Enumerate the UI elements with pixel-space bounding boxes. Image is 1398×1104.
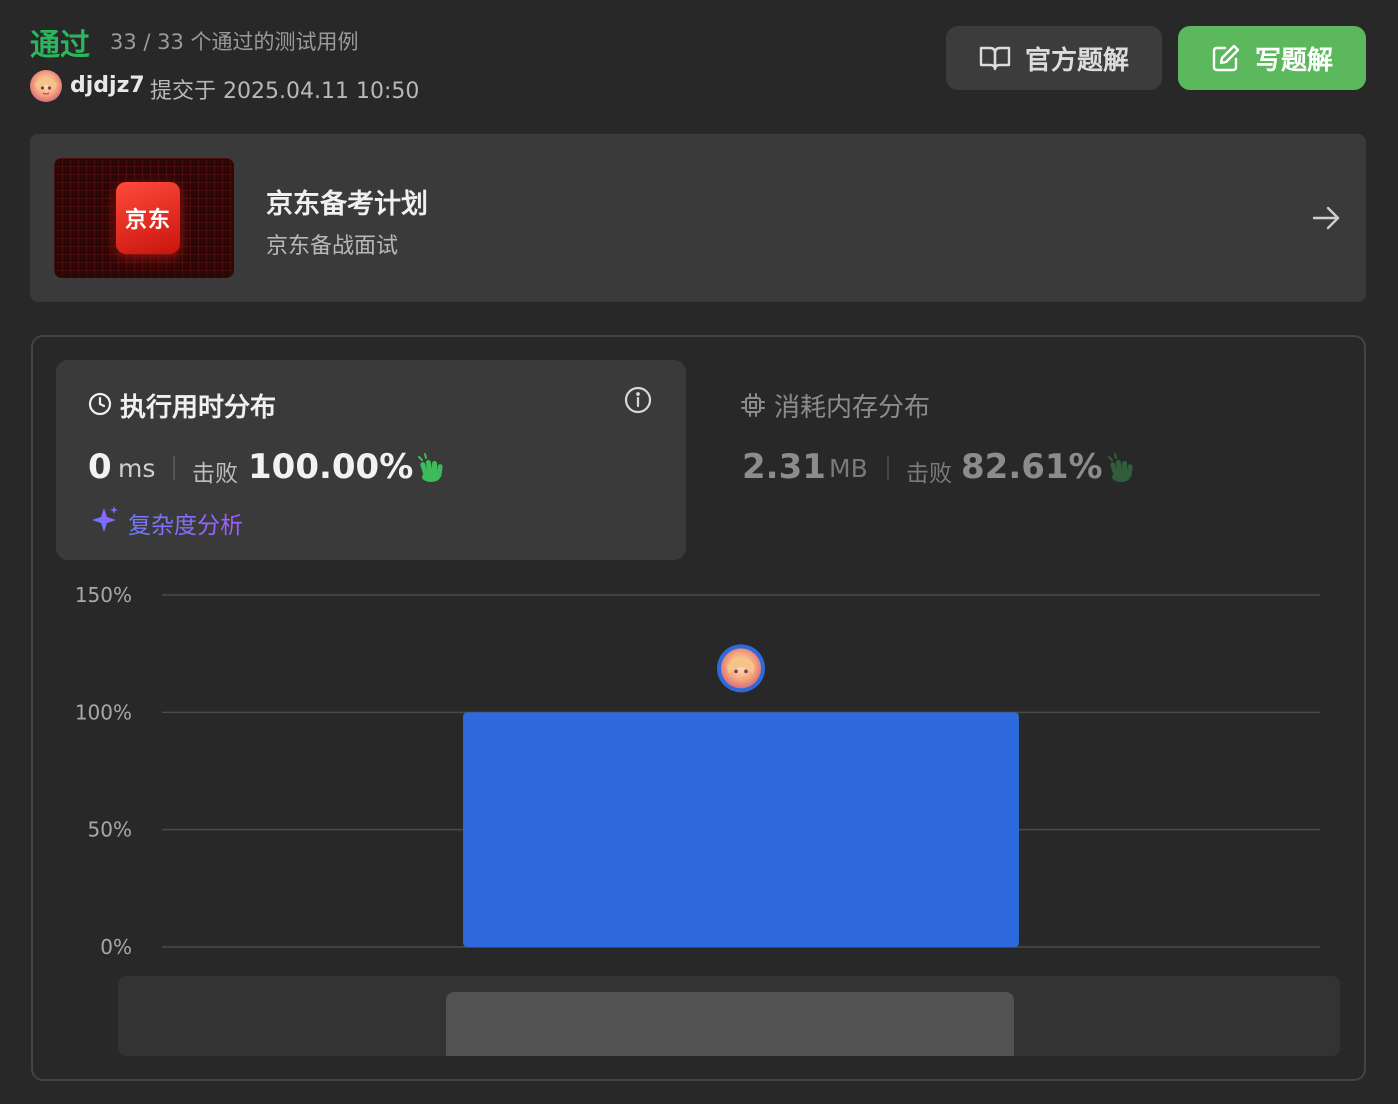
submit-time: 提交于 2025.04.11 10:50 <box>150 79 420 104</box>
user-avatar[interactable] <box>30 70 62 102</box>
username[interactable]: djdjz7 <box>70 73 145 98</box>
clap-icon <box>1108 453 1133 482</box>
runtime-title: 执行用时分布 <box>120 393 277 423</box>
test-case-count: 33 / 33 个通过的测试用例 <box>110 30 359 54</box>
y-tick-label: 0% <box>100 935 132 959</box>
runtime-distribution-chart: 0% 50% 100% 150% <box>75 583 1320 959</box>
runtime-unit: ms <box>118 454 156 483</box>
promo-title: 京东备考计划 <box>266 189 428 220</box>
y-tick-label: 100% <box>75 700 132 724</box>
chip-icon <box>741 393 765 417</box>
promo-subtitle: 京东备战面试 <box>266 234 399 259</box>
memory-title[interactable]: 消耗内存分布 <box>774 387 930 424</box>
jd-logo: 京东 <box>116 182 180 254</box>
divider <box>887 456 889 480</box>
write-solution-button[interactable]: 写题解 <box>1178 26 1366 90</box>
runtime-value: 0 <box>88 447 112 487</box>
official-solution-button[interactable]: 官方题解 <box>946 26 1162 90</box>
user-position-avatar[interactable] <box>717 644 765 693</box>
memory-value: 2.31 <box>742 447 826 487</box>
official-solution-label: 官方题解 <box>1024 45 1129 76</box>
info-icon[interactable] <box>624 386 652 414</box>
clock-icon <box>88 392 112 416</box>
book-icon <box>979 46 1011 71</box>
divider <box>173 456 175 480</box>
memory-unit: MB <box>829 454 868 483</box>
complexity-analysis-link[interactable]: 复杂度分析 <box>128 506 243 540</box>
sparkle-icon <box>92 506 118 532</box>
memory-beat-value: 82.61% <box>961 447 1103 487</box>
arrow-right-icon[interactable] <box>1310 202 1342 234</box>
distribution-bar[interactable] <box>463 712 1019 947</box>
y-tick-label: 50% <box>88 818 132 842</box>
memory-beat-label: 击败 <box>906 461 952 487</box>
clap-icon <box>418 453 443 482</box>
edit-icon <box>1212 44 1240 72</box>
submission-status: 通过 <box>30 28 90 63</box>
y-tick-label: 150% <box>75 583 132 607</box>
write-solution-label: 写题解 <box>1254 45 1333 76</box>
runtime-beat-label: 击败 <box>192 461 238 487</box>
runtime-beat-value: 100.00% <box>248 447 414 487</box>
range-slider-window[interactable] <box>446 992 1014 1056</box>
